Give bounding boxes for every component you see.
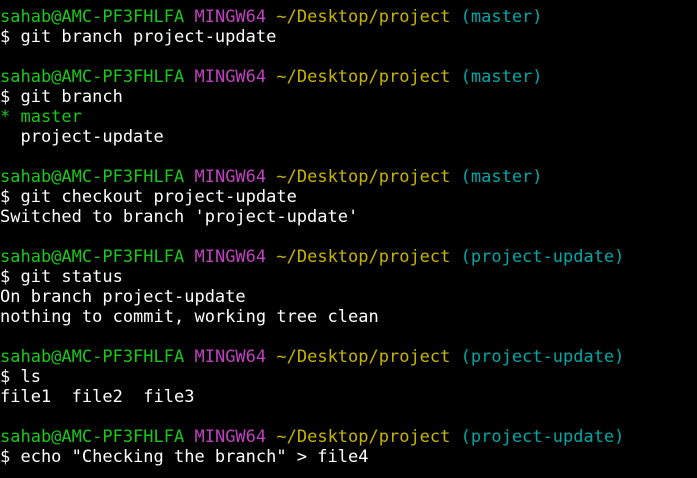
command-line: $ ls	[0, 367, 697, 387]
prompt-branch: (master)	[460, 7, 543, 27]
prompt-branch: (master)	[460, 167, 543, 187]
command-text: $ echo "Checking the branch" > file4	[0, 447, 369, 467]
output-line: nothing to commit, working tree clean	[0, 307, 697, 327]
command-line: $ git branch project-update	[0, 27, 697, 47]
prompt-user: sahab@AMC-PF3FHLFA	[0, 347, 185, 367]
prompt-user: sahab@AMC-PF3FHLFA	[0, 67, 185, 87]
prompt-line: sahab@AMC-PF3FHLFA MINGW64 ~/Desktop/pro…	[0, 7, 697, 27]
output-line: Switched to branch 'project-update'	[0, 207, 697, 227]
prompt-system: MINGW64	[194, 347, 267, 367]
command-text: $ git status	[0, 267, 123, 287]
prompt-line: sahab@AMC-PF3FHLFA MINGW64 ~/Desktop/pro…	[0, 347, 697, 367]
prompt-path: ~/Desktop/project	[276, 7, 451, 27]
command-line: $ git checkout project-update	[0, 187, 697, 207]
command-text: $ ls	[0, 367, 41, 387]
output-text: nothing to commit, working tree clean	[0, 307, 379, 327]
prompt-path: ~/Desktop/project	[276, 167, 451, 187]
prompt-system: MINGW64	[194, 427, 267, 447]
prompt-line: sahab@AMC-PF3FHLFA MINGW64 ~/Desktop/pro…	[0, 167, 697, 187]
command-line: $ git status	[0, 267, 697, 287]
current-branch-line: * master	[0, 107, 697, 127]
terminal-window[interactable]: sahab@AMC-PF3FHLFA MINGW64 ~/Desktop/pro…	[0, 7, 697, 467]
prompt-system: MINGW64	[194, 7, 267, 27]
output-line: file1 file2 file3	[0, 387, 697, 407]
prompt-path: ~/Desktop/project	[276, 347, 451, 367]
prompt-path: ~/Desktop/project	[276, 67, 451, 87]
prompt-user: sahab@AMC-PF3FHLFA	[0, 247, 185, 267]
prompt-system: MINGW64	[194, 167, 267, 187]
prompt-branch: (project-update)	[460, 247, 625, 267]
prompt-branch: (master)	[460, 67, 543, 87]
command-line: $ git branch	[0, 87, 697, 107]
output-text: file1 file2 file3	[0, 387, 195, 407]
command-text: $ git branch project-update	[0, 27, 277, 47]
prompt-branch: (project-update)	[460, 347, 625, 367]
current-branch-text: * master	[0, 107, 82, 127]
prompt-path: ~/Desktop/project	[276, 247, 451, 267]
output-text: On branch project-update	[0, 287, 246, 307]
prompt-line: sahab@AMC-PF3FHLFA MINGW64 ~/Desktop/pro…	[0, 67, 697, 87]
command-text: $ git checkout project-update	[0, 187, 297, 207]
output-text: project-update	[0, 127, 164, 147]
prompt-system: MINGW64	[194, 67, 267, 87]
command-line: $ echo "Checking the branch" > file4	[0, 447, 697, 467]
prompt-path: ~/Desktop/project	[276, 427, 451, 447]
output-text: Switched to branch 'project-update'	[0, 207, 359, 227]
output-line: project-update	[0, 127, 697, 147]
prompt-branch: (project-update)	[460, 427, 625, 447]
prompt-user: sahab@AMC-PF3FHLFA	[0, 7, 185, 27]
output-line: On branch project-update	[0, 287, 697, 307]
command-text: $ git branch	[0, 87, 123, 107]
prompt-line: sahab@AMC-PF3FHLFA MINGW64 ~/Desktop/pro…	[0, 247, 697, 267]
prompt-line: sahab@AMC-PF3FHLFA MINGW64 ~/Desktop/pro…	[0, 427, 697, 447]
prompt-user: sahab@AMC-PF3FHLFA	[0, 427, 185, 447]
prompt-system: MINGW64	[194, 247, 267, 267]
prompt-user: sahab@AMC-PF3FHLFA	[0, 167, 185, 187]
